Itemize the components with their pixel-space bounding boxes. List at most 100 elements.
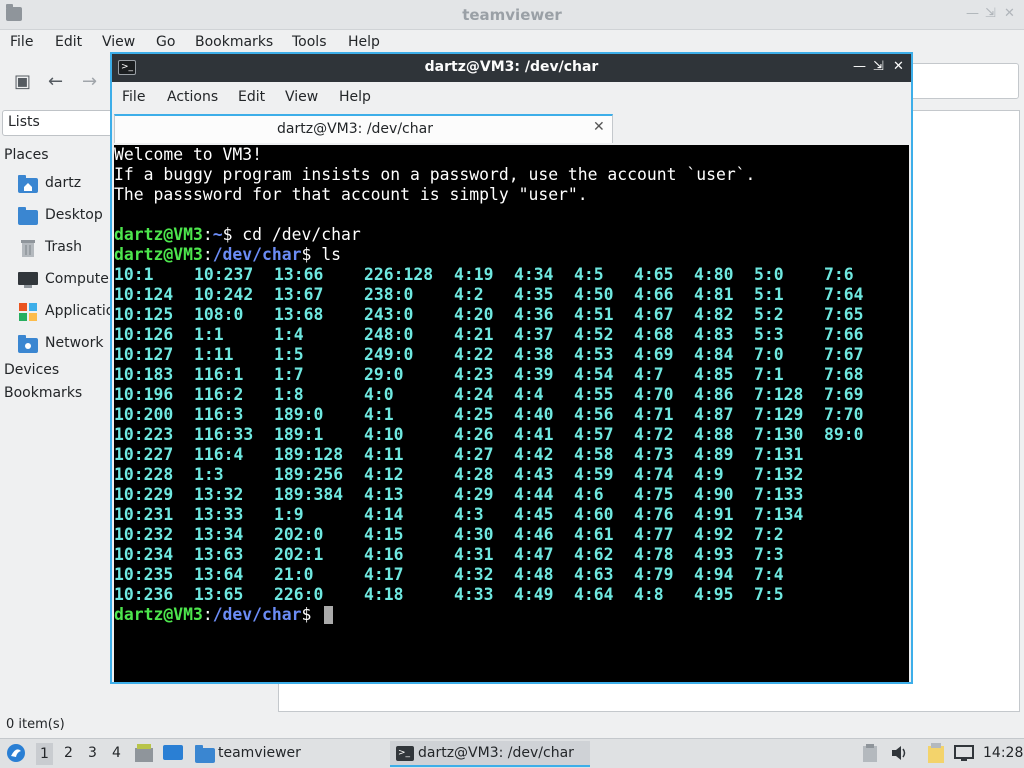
menu-edit[interactable]: Edit [55,34,82,50]
file-manager-launcher-icon[interactable] [134,744,154,762]
menu-view[interactable]: View [102,34,135,50]
ls-entry: 4:48 [514,565,554,584]
ls-entry: 4:89 [694,445,734,464]
ls-entry: 4:95 [694,585,734,604]
welcome-line: If a buggy program insists on a password… [114,165,756,184]
ls-entry: 4:37 [514,325,554,344]
workspace-4[interactable]: 4 [112,745,121,761]
ls-entry: 4:84 [694,345,734,364]
ls-entry: 189:256 [274,465,344,484]
sidebar-item-desktop[interactable]: Desktop [18,205,118,227]
ls-entry: 4:29 [454,485,494,504]
term-menu-help[interactable]: Help [339,89,371,105]
ls-entry: 10:196 [114,385,174,404]
clipboard-tray-icon[interactable] [862,744,878,762]
clock[interactable]: 14:28 [983,745,1023,761]
term-menu-view[interactable]: View [285,89,318,105]
ls-entry: 4:30 [454,525,494,544]
ls-entry: 4:45 [514,505,554,524]
menu-file[interactable]: File [10,34,33,50]
command-text: ls [311,245,341,264]
back-arrow-icon[interactable]: ← [48,71,63,92]
network-tray-icon[interactable] [954,744,974,762]
sidebar-item-network[interactable]: Network [18,333,118,355]
ls-entry: 4:94 [694,565,734,584]
close-icon[interactable]: ✕ [1004,6,1015,21]
ls-entry: 4:13 [364,485,404,504]
sidebar-item-trash[interactable]: Trash [18,237,118,259]
ls-entry: 4:15 [364,525,404,544]
ls-entry: 7:128 [754,385,804,404]
ls-entry: 4:70 [634,385,674,404]
ls-entry: 4:40 [514,405,554,424]
term-menu-actions[interactable]: Actions [167,89,218,105]
file-manager-titlebar[interactable]: teamviewer — ⇲ ✕ [0,0,1024,30]
terminal-tab[interactable]: dartz@VM3: /dev/char ✕ [114,114,613,143]
tab-close-icon[interactable]: ✕ [593,119,605,135]
minimize-icon[interactable]: — [853,59,866,74]
start-menu-icon[interactable] [6,743,26,763]
ls-entry: 4:31 [454,545,494,564]
ls-entry: 4:71 [634,405,674,424]
task-teamviewer[interactable]: teamviewer [192,741,382,767]
term-menu-edit[interactable]: Edit [238,89,265,105]
menu-go[interactable]: Go [156,34,175,50]
ls-entry: 13:64 [194,565,244,584]
workspace-3[interactable]: 3 [88,745,97,761]
ls-entry: 4:39 [514,365,554,384]
side-pane-mode-select[interactable]: Lists [2,110,122,136]
terminal-titlebar[interactable]: >_ dartz@VM3: /dev/char — ⇲ ✕ [112,54,911,82]
minimize-icon[interactable]: — [966,6,979,21]
ls-entry: 189:1 [274,425,324,444]
task-terminal[interactable]: >_ dartz@VM3: /dev/char [390,741,590,767]
ls-entry: 4:68 [634,325,674,344]
ls-entry: 7:5 [754,585,784,604]
ls-entry: 10:228 [114,465,174,484]
ls-entry: 4:63 [574,565,614,584]
ls-entry: 4:34 [514,265,554,284]
ls-entry: 4:73 [634,445,674,464]
menu-tools[interactable]: Tools [292,34,327,50]
restore-icon[interactable]: ⇲ [873,59,884,74]
workspace-2[interactable]: 2 [64,745,73,761]
ls-entry: 4:9 [694,465,724,484]
terminal-screen[interactable]: Welcome to VM3! If a buggy program insis… [114,145,909,682]
ls-entry: 4:14 [364,505,404,524]
workspace-1[interactable]: 1 [36,743,53,765]
forward-arrow-icon[interactable]: → [82,71,97,92]
menu-help[interactable]: Help [348,34,380,50]
new-tab-icon[interactable]: ▣ [14,71,31,92]
ls-entry: 7:4 [754,565,784,584]
sidebar-item-dartz[interactable]: dartz [18,173,118,195]
close-icon[interactable]: ✕ [893,59,904,74]
ls-entry: 4:49 [514,585,554,604]
ls-entry: 1:8 [274,385,304,404]
ls-entry: 4:81 [694,285,734,304]
sidebar-item-computer[interactable]: Computer [18,269,118,291]
ls-entry: 4:3 [454,505,484,524]
ls-entry: 4:6 [574,485,604,504]
ls-entry: 4:59 [574,465,614,484]
ls-entry: 4:33 [454,585,494,604]
sidebar-item-applications[interactable]: Applications [18,301,131,323]
ls-entry: 4:32 [454,565,494,584]
show-desktop-icon[interactable] [162,744,184,762]
location-bar[interactable] [905,63,1019,99]
ls-entry: 4:2 [454,285,484,304]
ls-entry: 1:3 [194,465,224,484]
bookmarks-heading[interactable]: Bookmarks [4,385,82,401]
ls-entry: 4:88 [694,425,734,444]
ls-entry: 238:0 [364,285,414,304]
maximize-icon[interactable]: ⇲ [985,6,996,21]
ls-entry: 10:227 [114,445,174,464]
menu-bookmarks[interactable]: Bookmarks [195,34,273,50]
notes-tray-icon[interactable] [927,743,945,763]
folder-icon [195,745,215,763]
ls-entry: 7:2 [754,525,784,544]
volume-icon[interactable] [890,744,908,762]
home-folder-icon [18,175,38,193]
ls-entry: 4:93 [694,545,734,564]
devices-heading[interactable]: Devices [4,362,59,378]
ls-entry: 10:237 [194,265,254,284]
term-menu-file[interactable]: File [122,89,145,105]
